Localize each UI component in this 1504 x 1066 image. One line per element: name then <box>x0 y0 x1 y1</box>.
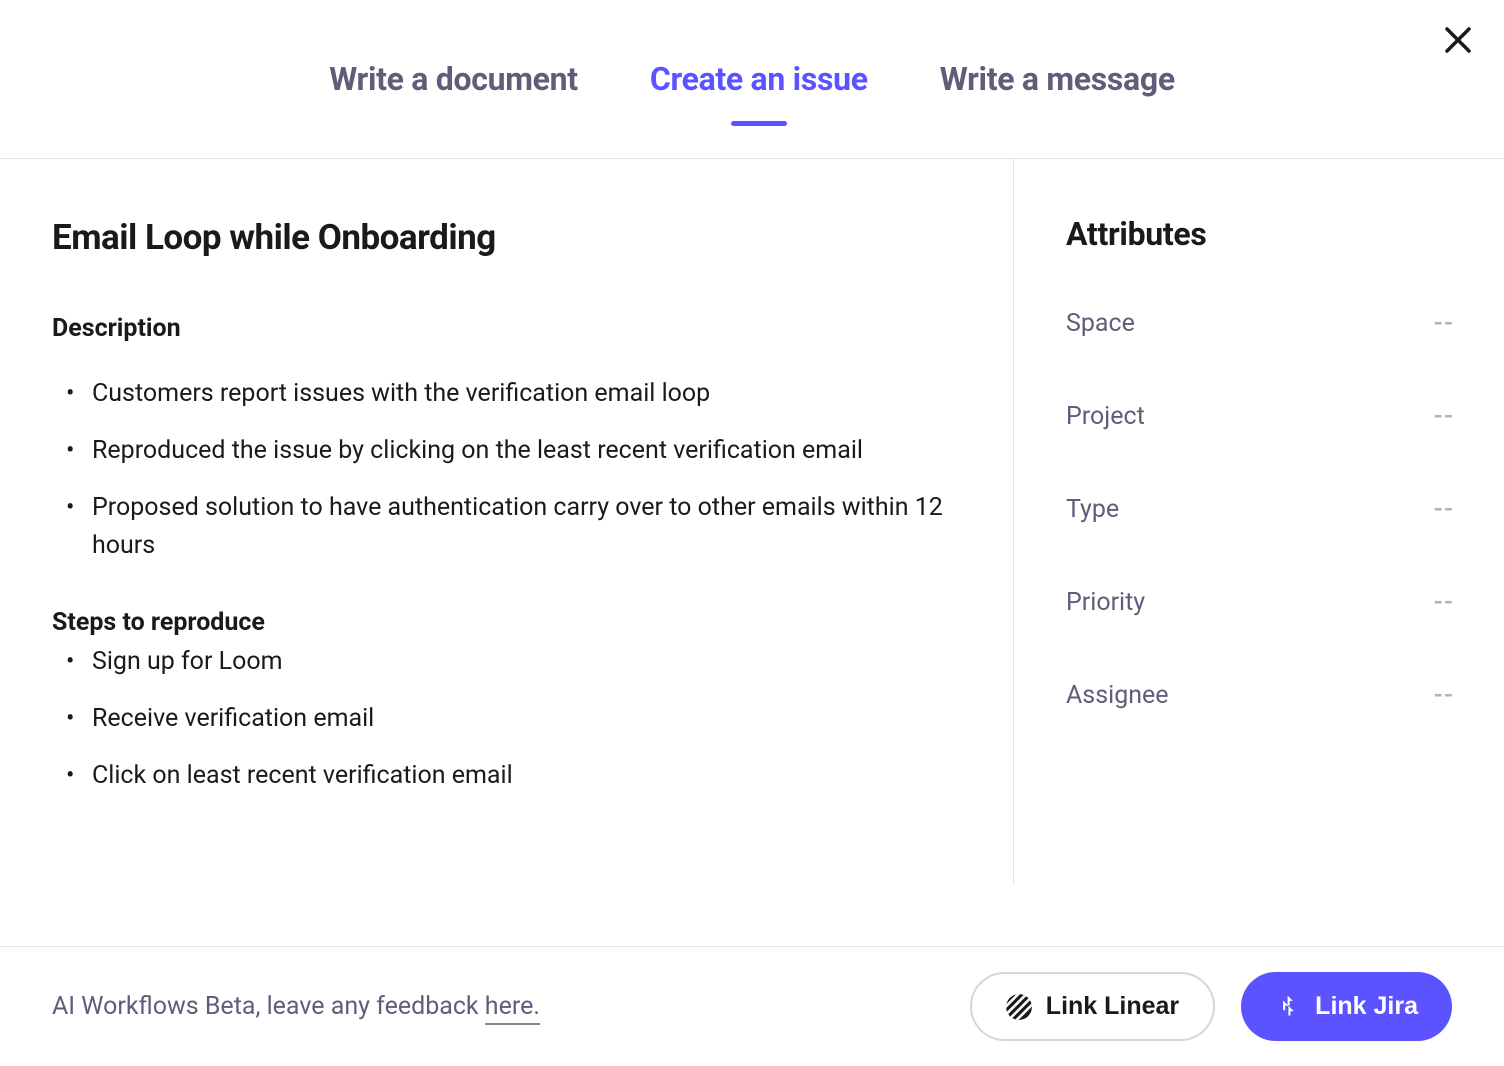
issue-main: Email Loop while Onboarding Description … <box>0 159 1014 885</box>
list-item[interactable]: Click on least recent verification email <box>66 757 953 796</box>
attribute-label: Space <box>1066 309 1135 338</box>
tab-create-issue[interactable]: Create an issue <box>650 60 868 98</box>
modal-footer: AI Workflows Beta, leave any feedback he… <box>0 946 1504 1066</box>
list-item[interactable]: Reproduced the issue by clicking on the … <box>66 432 953 471</box>
attribute-row-assignee[interactable]: Assignee -- <box>1066 681 1454 710</box>
description-heading: Description <box>52 314 953 343</box>
link-linear-label: Link Linear <box>1046 992 1179 1021</box>
list-item[interactable]: Customers report issues with the verific… <box>66 375 953 414</box>
list-item[interactable]: Sign up for Loom <box>66 643 953 682</box>
jira-icon <box>1275 994 1301 1020</box>
modal-header: Write a document Create an issue Write a… <box>0 0 1504 159</box>
feedback-link[interactable]: here. <box>485 992 540 1025</box>
link-jira-button[interactable]: Link Jira <box>1241 972 1452 1041</box>
content-area: Email Loop while Onboarding Description … <box>0 159 1504 885</box>
tab-bar: Write a document Create an issue Write a… <box>329 60 1175 98</box>
attribute-label: Project <box>1066 402 1145 431</box>
tab-write-message[interactable]: Write a message <box>940 60 1175 98</box>
steps-list: Sign up for Loom Receive verification em… <box>52 643 953 795</box>
linear-icon <box>1006 994 1032 1020</box>
link-jira-label: Link Jira <box>1315 992 1418 1021</box>
attribute-label: Priority <box>1066 588 1145 617</box>
tab-write-document[interactable]: Write a document <box>329 60 578 98</box>
attribute-row-project[interactable]: Project -- <box>1066 402 1454 431</box>
footer-feedback-text: AI Workflows Beta, leave any feedback he… <box>52 992 540 1021</box>
attribute-label: Assignee <box>1066 681 1169 710</box>
attribute-row-type[interactable]: Type -- <box>1066 495 1454 524</box>
attribute-value: -- <box>1434 495 1454 524</box>
close-icon <box>1445 27 1471 53</box>
steps-heading: Steps to reproduce <box>52 608 953 637</box>
close-button[interactable] <box>1440 22 1476 58</box>
attribute-row-priority[interactable]: Priority -- <box>1066 588 1454 617</box>
footer-buttons: Link Linear Link Jira <box>970 972 1452 1041</box>
attribute-label: Type <box>1066 495 1119 524</box>
attribute-value: -- <box>1434 588 1454 617</box>
attributes-sidebar: Attributes Space -- Project -- Type -- P… <box>1014 159 1504 885</box>
attribute-value: -- <box>1434 309 1454 338</box>
attribute-row-space[interactable]: Space -- <box>1066 309 1454 338</box>
list-item[interactable]: Receive verification email <box>66 700 953 739</box>
list-item[interactable]: Proposed solution to have authentication… <box>66 489 953 567</box>
issue-title[interactable]: Email Loop while Onboarding <box>52 217 953 258</box>
attribute-value: -- <box>1434 402 1454 431</box>
attribute-value: -- <box>1434 681 1454 710</box>
attributes-title: Attributes <box>1066 215 1454 253</box>
description-list: Customers report issues with the verific… <box>52 375 953 566</box>
link-linear-button[interactable]: Link Linear <box>970 972 1215 1041</box>
